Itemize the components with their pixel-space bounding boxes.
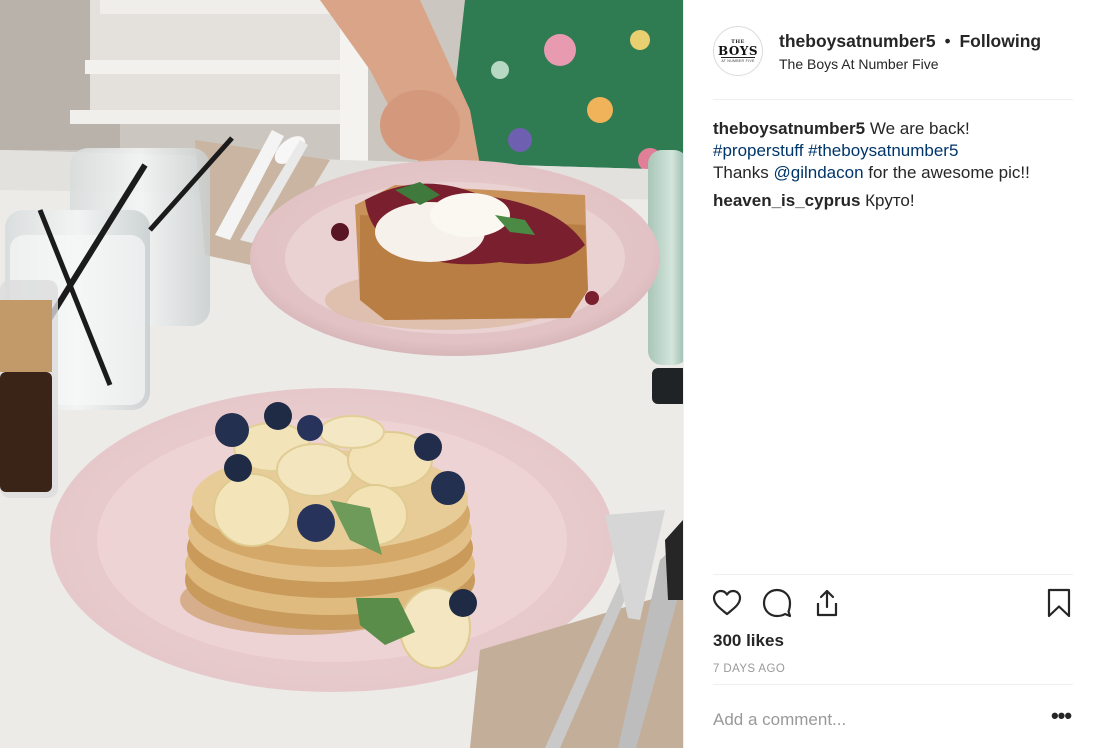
avatar[interactable]: THE BOYS AT NUMBER FIVE (713, 26, 763, 76)
caption: theboysatnumber5 We are back! #properstu… (713, 118, 1073, 184)
hashtag-link[interactable]: #properstuff (713, 141, 803, 160)
following-button[interactable]: Following (959, 31, 1041, 51)
like-button[interactable] (711, 587, 743, 619)
post-header: THE BOYS AT NUMBER FIVE theboysatnumber5… (713, 24, 1073, 100)
post-timestamp[interactable]: 7 DAYS AGO (713, 663, 785, 675)
action-bar: 300 likes 7 DAYS AGO (711, 574, 1075, 686)
comment-username-link[interactable]: heaven_is_cyprus (713, 191, 860, 210)
likes-count[interactable]: 300 likes (713, 631, 784, 651)
comments-section: theboysatnumber5 We are back! #properstu… (713, 118, 1073, 218)
caption-text: We are back! (869, 119, 970, 138)
header-username-link[interactable]: theboysatnumber5 (779, 31, 936, 51)
header-separator: • (944, 31, 951, 51)
comment-item: heaven_is_cyprus Круто! (713, 190, 1073, 212)
share-icon (816, 589, 838, 617)
bookmark-icon (1047, 588, 1071, 618)
caption-thanks-suffix: for the awesome pic!! (868, 163, 1030, 182)
mention-link[interactable]: @gilndacon (773, 163, 863, 182)
hashtag-link[interactable]: #theboysatnumber5 (808, 141, 958, 160)
avatar-text-main: BOYS (717, 43, 759, 58)
header-title-row: theboysatnumber5 • Following (779, 31, 1041, 52)
more-options-button[interactable]: ••• (1049, 705, 1073, 733)
location-link[interactable]: The Boys At Number Five (779, 56, 939, 72)
add-comment-bar: ••• (713, 684, 1073, 748)
caption-thanks-prefix: Thanks (713, 163, 769, 182)
heart-icon (712, 589, 742, 616)
post-side-panel: THE BOYS AT NUMBER FIVE theboysatnumber5… (683, 0, 1100, 748)
avatar-text-bottom: AT NUMBER FIVE (721, 56, 755, 63)
post-photo[interactable] (0, 0, 683, 748)
speech-bubble-icon (762, 588, 792, 618)
caption-username-link[interactable]: theboysatnumber5 (713, 119, 865, 138)
add-comment-input[interactable] (713, 705, 1033, 735)
share-button[interactable] (811, 587, 843, 619)
comment-text: Круто! (865, 191, 915, 210)
save-button[interactable] (1043, 587, 1075, 619)
comment-button[interactable] (761, 587, 793, 619)
photo-illustration (0, 0, 683, 748)
